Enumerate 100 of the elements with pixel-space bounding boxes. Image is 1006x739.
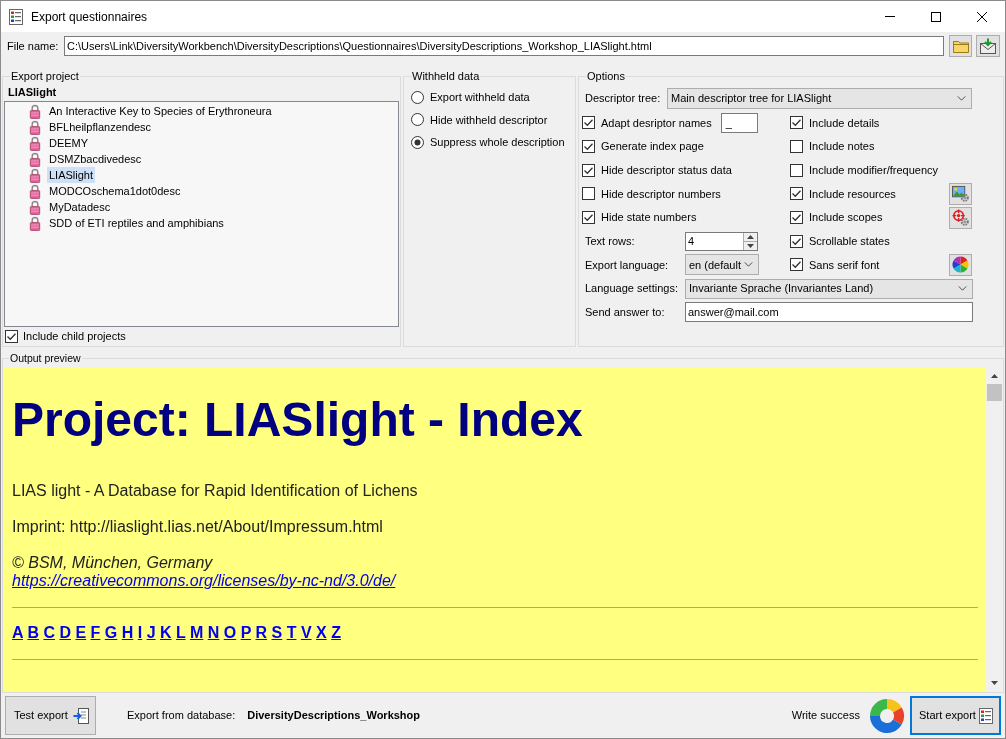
radio-label[interactable]: Suppress whole description (430, 134, 565, 151)
image-gear-icon (952, 185, 969, 203)
letter-link[interactable]: V (300, 624, 312, 641)
checkbox-label[interactable]: Include scopes (809, 209, 883, 226)
letter-link[interactable]: E (75, 624, 87, 641)
letter-link[interactable]: G (104, 624, 118, 641)
close-icon (977, 11, 987, 22)
radio-button[interactable] (411, 113, 424, 127)
checkbox-label[interactable]: Hide descriptor status data (601, 161, 732, 179)
settings-button[interactable] (949, 253, 972, 276)
checkbox[interactable] (582, 187, 595, 201)
checkbox-label[interactable]: Hide state numbers (601, 209, 697, 226)
checkbox-label[interactable]: Include details (809, 114, 880, 132)
color-wheel-icon (952, 256, 969, 274)
document-arrow-icon (73, 707, 89, 724)
descriptor-tree-dropdown[interactable]: Main descriptor tree for LIASlight (667, 88, 972, 109)
letter-link[interactable]: A (12, 624, 23, 641)
export-language-dropdown[interactable]: en (default (685, 254, 759, 276)
checkbox-label[interactable]: Hide descriptor numbers (601, 185, 721, 203)
letter-link[interactable]: B (27, 624, 39, 641)
start-export-button[interactable]: Start export (910, 696, 1001, 735)
checkbox[interactable] (582, 116, 595, 130)
tree-item[interactable]: DEEMY (47, 135, 91, 151)
letter-link[interactable]: K (160, 624, 172, 641)
tree-item[interactable]: DSMZbacdivedesc (47, 151, 144, 167)
checkbox[interactable] (790, 116, 803, 130)
envelope-arrow-icon (980, 38, 996, 54)
radio-button[interactable] (411, 90, 424, 104)
browse-button[interactable] (949, 35, 972, 57)
checkbox[interactable] (790, 234, 803, 248)
radio-label[interactable]: Hide withheld descriptor (430, 111, 548, 128)
checkbox-label[interactable]: Include child projects (23, 327, 126, 345)
letter-link[interactable]: O (223, 624, 237, 641)
text-rows-spinbox[interactable]: 4 (685, 231, 758, 251)
letter-link[interactable]: P (240, 624, 252, 641)
letter-link[interactable]: S (271, 624, 283, 641)
checkbox-label[interactable]: Adapt desriptor names (601, 114, 712, 132)
checkbox-label[interactable]: Scrollable states (809, 233, 890, 250)
letter-link[interactable]: D (59, 624, 71, 641)
minimize-icon (885, 16, 895, 17)
radio-button[interactable] (411, 135, 424, 149)
tree-item[interactable]: LIASlight (47, 167, 96, 183)
chevron-down-icon (744, 262, 753, 268)
settings-button[interactable] (949, 206, 972, 229)
checkbox[interactable] (582, 140, 595, 154)
letter-link[interactable]: N (207, 624, 220, 641)
email-field[interactable]: answer@mail.com (685, 302, 973, 323)
test-export-button[interactable]: Test export (5, 696, 96, 735)
lock-icon (29, 215, 41, 231)
settings-button[interactable] (949, 182, 972, 205)
checkbox[interactable] (790, 258, 803, 272)
field-label: Descriptor tree: (584, 91, 662, 107)
tree-item[interactable]: MODCOschema1dot0desc (47, 183, 183, 199)
checkbox[interactable] (790, 140, 803, 154)
checkbox-label[interactable]: Include modifier/frequency (809, 161, 938, 179)
radio-label[interactable]: Export withheld data (430, 89, 530, 106)
scroll-thumb[interactable] (987, 384, 1002, 401)
letter-link[interactable]: R (255, 624, 268, 641)
spin-down-button[interactable] (743, 241, 757, 250)
maximize-icon (931, 11, 941, 22)
window-title: Export questionnaires (31, 8, 148, 26)
checkbox[interactable] (790, 187, 803, 201)
checkbox[interactable] (582, 211, 595, 225)
mail-button[interactable] (976, 35, 1000, 57)
letter-link[interactable]: Z (331, 624, 341, 641)
checkbox-label[interactable]: Sans serif font (809, 256, 880, 274)
letter-link[interactable]: T (286, 624, 297, 641)
tree-item[interactable]: BFLheilpflanzendesc (47, 119, 154, 135)
checkbox-label[interactable]: Include resources (809, 185, 896, 203)
spin-up-button[interactable] (743, 232, 757, 242)
checkbox[interactable] (790, 211, 803, 225)
checkbox[interactable] (790, 163, 803, 177)
checkbox[interactable] (5, 329, 18, 343)
file-name-field[interactable]: C:\Users\Link\DiversityWorkbench\DiversityDescriptions\Questionnaires\DiversityDescriptions_Workshop_LIASlight.html (64, 36, 944, 56)
letter-link[interactable]: C (43, 624, 55, 641)
checkbox[interactable] (582, 163, 595, 177)
letter-link[interactable]: X (316, 624, 327, 641)
letter-link[interactable]: F (90, 624, 101, 641)
tree-item[interactable]: SDD of ETI reptiles and amphibians (47, 215, 226, 231)
checkbox-label[interactable]: Generate index page (601, 138, 704, 155)
letter-link[interactable]: M (189, 624, 204, 641)
separator-field[interactable]: _ (720, 112, 758, 133)
field-label: Language settings: (585, 281, 679, 297)
page-text: Imprint: http://liaslight.lias.net/About/Impressum.html (12, 518, 384, 536)
tree-item[interactable]: MyDatadesc (47, 199, 113, 215)
chevron-down-icon (957, 96, 966, 101)
letter-link[interactable]: I (137, 624, 143, 641)
status-text: Write success (791, 708, 860, 724)
checkbox-label[interactable]: Include notes (809, 138, 875, 155)
field-label: Text rows: (584, 234, 636, 250)
letter-link[interactable]: L (176, 624, 186, 641)
caret-down-icon (991, 680, 998, 685)
language-settings-dropdown[interactable]: Invariante Sprache (Invariantes Land) (685, 278, 973, 299)
letter-link[interactable]: H (121, 624, 134, 641)
tree-item[interactable]: An Interactive Key to Species of Erythroneura (47, 103, 274, 119)
page-text: LIAS light - A Database for Rapid Identification of Lichens (12, 482, 419, 500)
chevron-down-icon (958, 286, 967, 292)
letter-link[interactable]: J (146, 624, 156, 641)
lock-icon (29, 119, 41, 135)
license-link[interactable]: https://creativecommons.org/licenses/by-nc-nd/3.0/de/ (12, 572, 396, 589)
